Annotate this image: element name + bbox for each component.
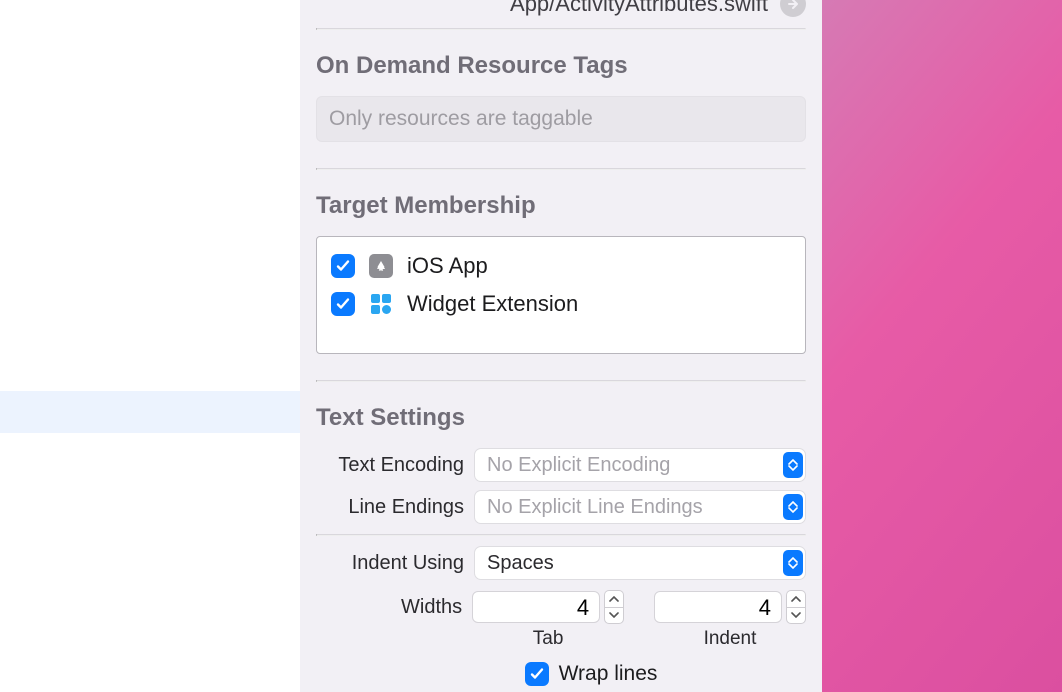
tab-width-stepper[interactable] — [604, 590, 624, 624]
widths-row: Widths 4 Tab 4 — [316, 590, 806, 650]
file-path-row: App/ActivityAttributes.swift — [316, 0, 806, 28]
line-endings-label: Line Endings — [316, 496, 464, 519]
on-demand-section-title: On Demand Resource Tags — [316, 52, 806, 80]
target-checkbox-widget-extension[interactable] — [331, 292, 355, 316]
resource-tags-placeholder: Only resources are taggable — [329, 107, 593, 130]
target-checkbox-ios-app[interactable] — [331, 254, 355, 278]
reveal-arrow-button[interactable] — [780, 0, 806, 17]
section-separator — [316, 534, 806, 536]
indent-width-stepper[interactable] — [786, 590, 806, 624]
target-label: Widget Extension — [407, 291, 578, 317]
tab-width-group: 4 Tab — [472, 590, 624, 650]
indent-sublabel: Indent — [704, 628, 757, 650]
widget-extension-icon — [369, 292, 393, 316]
target-membership-box: iOS App Widget Extension — [316, 236, 806, 354]
target-row-widget-extension: Widget Extension — [331, 285, 791, 323]
desktop-background — [822, 0, 1062, 692]
stepper-down-icon[interactable] — [786, 607, 806, 625]
tab-width-input[interactable]: 4 — [472, 591, 600, 623]
target-row-ios-app: iOS App — [331, 247, 791, 285]
indent-using-row: Indent Using Spaces — [316, 546, 806, 580]
widget-glyph-icon — [369, 292, 393, 316]
popup-indicator-icon — [783, 494, 803, 520]
stepper-down-icon[interactable] — [604, 607, 624, 625]
text-encoding-label: Text Encoding — [316, 454, 464, 477]
section-separator — [316, 380, 806, 382]
wrap-lines-checkbox[interactable] — [525, 662, 549, 686]
text-encoding-popup[interactable]: No Explicit Encoding — [474, 448, 806, 482]
line-endings-popup[interactable]: No Explicit Line Endings — [474, 490, 806, 524]
indent-using-value: Spaces — [487, 552, 554, 575]
indent-width-group: 4 Indent — [654, 590, 806, 650]
target-membership-section-title: Target Membership — [316, 192, 806, 220]
indent-using-label: Indent Using — [316, 552, 464, 575]
popup-indicator-icon — [783, 550, 803, 576]
text-encoding-row: Text Encoding No Explicit Encoding — [316, 448, 806, 482]
inspector-panel: App/ActivityAttributes.swift On Demand R… — [300, 0, 822, 692]
section-separator — [316, 168, 806, 170]
checkmark-icon — [335, 258, 351, 274]
line-endings-value: No Explicit Line Endings — [487, 496, 703, 519]
arrow-right-icon — [786, 0, 800, 11]
file-path-label: App/ActivityAttributes.swift — [510, 0, 768, 17]
text-settings-section-title: Text Settings — [316, 404, 806, 432]
editor-selection-strip — [0, 391, 300, 433]
popup-indicator-icon — [783, 452, 803, 478]
app-icon — [369, 254, 393, 278]
target-label: iOS App — [407, 253, 488, 279]
stepper-up-icon[interactable] — [786, 590, 806, 607]
tab-sublabel: Tab — [533, 628, 564, 650]
wrap-lines-row: Wrap lines — [316, 662, 806, 686]
checkmark-icon — [335, 296, 351, 312]
widths-label: Widths — [316, 590, 462, 619]
line-endings-row: Line Endings No Explicit Line Endings — [316, 490, 806, 524]
indent-using-popup[interactable]: Spaces — [474, 546, 806, 580]
wrap-lines-label: Wrap lines — [559, 662, 658, 686]
appstore-glyph-icon — [373, 258, 389, 274]
indent-width-input[interactable]: 4 — [654, 591, 782, 623]
stepper-up-icon[interactable] — [604, 590, 624, 607]
section-separator — [316, 28, 806, 30]
resource-tags-field[interactable]: Only resources are taggable — [316, 96, 806, 142]
checkmark-icon — [529, 666, 545, 682]
text-encoding-value: No Explicit Encoding — [487, 454, 670, 477]
